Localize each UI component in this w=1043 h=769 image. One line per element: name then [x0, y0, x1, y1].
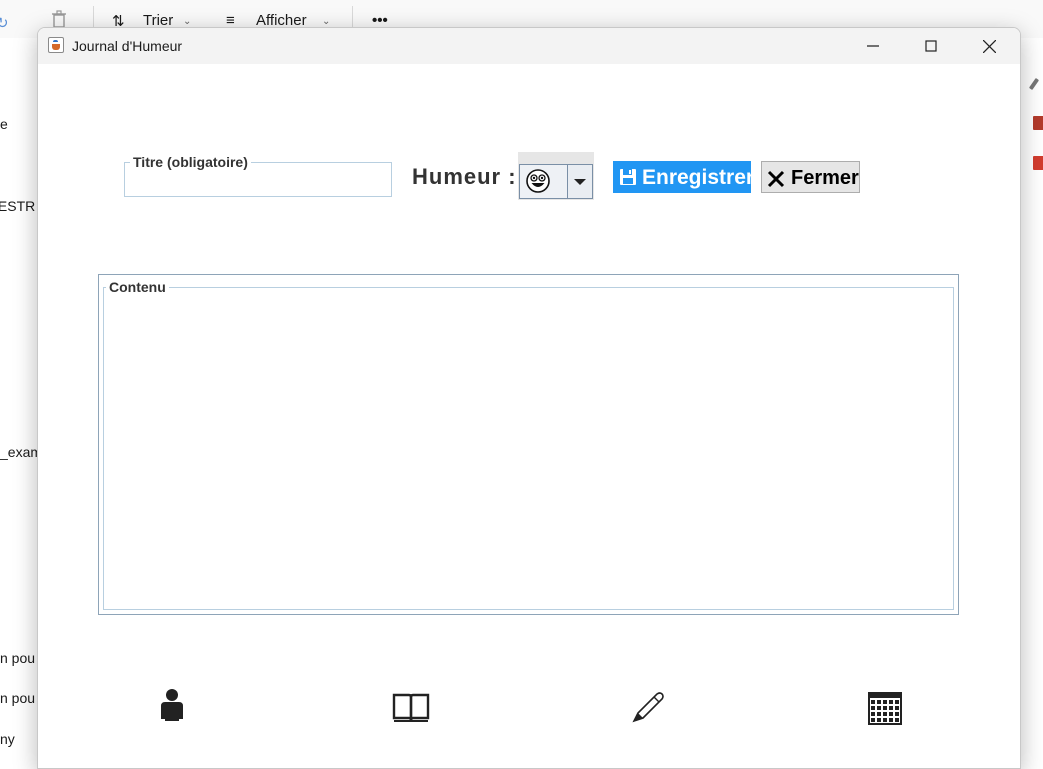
close-icon — [983, 40, 996, 53]
title-field-label: Titre (obligatoire) — [130, 154, 251, 170]
java-app-icon — [48, 37, 64, 53]
content-field-group — [103, 287, 954, 610]
close-button-label: Fermer — [791, 167, 859, 189]
content-panel — [98, 274, 959, 615]
chevron-down-icon: ⌄ — [322, 16, 331, 27]
pdf-file-icon — [1033, 156, 1043, 170]
laughing-face-icon — [526, 169, 550, 193]
book-icon — [392, 693, 430, 722]
share-icon[interactable]: ↻ — [0, 14, 9, 32]
title-input[interactable] — [131, 175, 387, 195]
floppy-disk-icon — [620, 169, 636, 185]
explorer-file-list: e IESTR _exam n pou n pou ny — [0, 38, 42, 751]
save-button-label: Enregistrer — [642, 166, 755, 189]
mood-combobox[interactable] — [518, 152, 594, 200]
list-item[interactable]: ny — [0, 731, 15, 747]
content-textarea[interactable] — [114, 306, 948, 605]
maximize-button[interactable] — [902, 28, 960, 64]
pen-icon — [1028, 77, 1040, 91]
mood-combobox-field[interactable] — [519, 164, 593, 199]
explorer-right-pane — [1020, 38, 1043, 751]
journal-window: Journal d'Humeur Titre (obligatoire) Hum… — [37, 27, 1021, 769]
calendar-icon — [868, 692, 902, 725]
nav-calendar-button[interactable] — [867, 690, 903, 731]
close-window-button[interactable] — [960, 28, 1018, 64]
content-field-label: Contenu — [106, 279, 169, 295]
list-item[interactable]: IESTR — [0, 198, 35, 214]
list-item[interactable]: n pou — [0, 690, 35, 706]
nav-write-button[interactable] — [630, 691, 666, 730]
close-icon — [767, 170, 785, 188]
user-icon — [161, 689, 183, 721]
mood-label: Humeur : — [412, 164, 517, 189]
list-item[interactable]: e — [0, 116, 8, 132]
chevron-down-icon[interactable] — [567, 165, 592, 198]
pen-icon — [632, 692, 664, 723]
list-item[interactable]: n pou — [0, 650, 35, 666]
minimize-button[interactable] — [844, 28, 902, 64]
minimize-icon — [867, 45, 879, 47]
archive-file-icon — [1033, 116, 1043, 130]
save-button[interactable]: Enregistrer — [613, 161, 755, 193]
nav-book-button[interactable] — [392, 691, 430, 728]
chevron-down-icon: ⌄ — [183, 16, 192, 27]
window-title: Journal d'Humeur — [72, 38, 183, 54]
nav-user-button[interactable] — [156, 688, 188, 729]
maximize-icon — [925, 40, 937, 52]
window-titlebar[interactable]: Journal d'Humeur — [38, 28, 1020, 64]
list-item[interactable]: _exam — [0, 444, 42, 460]
close-button[interactable]: Fermer — [761, 161, 860, 193]
